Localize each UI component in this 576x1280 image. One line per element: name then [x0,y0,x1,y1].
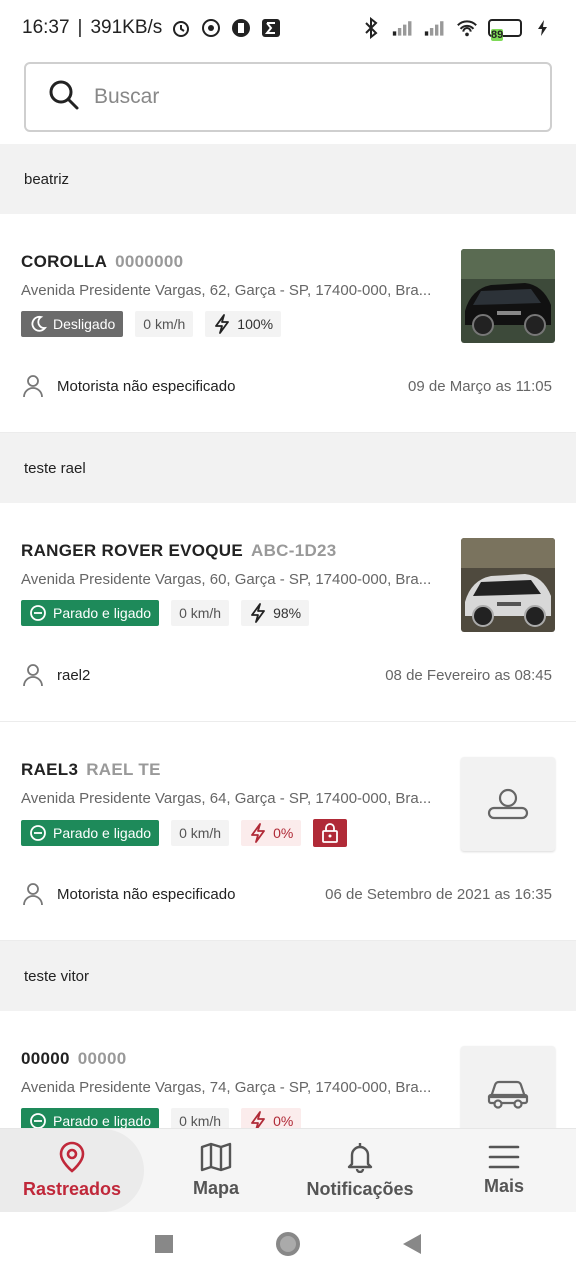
map-pin-icon [59,1141,85,1173]
search-input[interactable] [94,85,494,109]
search-icon [48,79,80,116]
lightning-icon [251,1111,265,1128]
square-icon [155,1234,173,1253]
vehicle-plate: 00000 [77,1049,127,1068]
car-icon [487,1080,529,1109]
lock-badge[interactable] [313,819,348,847]
status-badge: Parado e ligado [21,600,160,626]
nav-mais[interactable]: Mais [432,1129,576,1212]
back-button[interactable] [402,1233,422,1260]
status-badge: Parado e ligado [21,1108,160,1128]
speed-badge: 0 km/h [135,311,194,337]
driver-name: Motorista não especificado [57,377,236,395]
person-icon [487,788,529,820]
vehicle-card[interactable]: 00000 00000 Avenida Presidente Vargas, 7… [0,1011,576,1128]
battery-badge: 0% [241,1108,302,1128]
person-icon [23,664,43,687]
vehicle-name: 00000 [21,1049,70,1068]
status-bar: 16:37 | 391KB/s 89 [0,0,576,56]
person-icon [23,375,43,398]
battery-badge: 100% [205,311,282,337]
battery-icon: 89 [488,19,522,41]
search-box[interactable] [24,62,552,132]
driver-name: Motorista não especificado [57,885,236,903]
signal-icon [424,17,446,39]
vehicle-address: Avenida Presidente Vargas, 64, Garça - S… [21,790,432,807]
vehicle-plate: ABC-1D23 [251,541,337,560]
lightning-icon [215,314,230,334]
vehicle-name: RANGER ROVER EVOQUE [21,541,244,560]
menu-icon [488,1145,520,1169]
group-header: teste vitor [0,941,576,1011]
vehicle-name: COROLLA [21,252,108,271]
signal-icon [392,17,414,39]
vehicle-list[interactable]: beatriz COROLLA 0000000 Avenida Presiden… [0,144,576,1128]
minus-circle-icon [30,605,46,621]
vehicle-card[interactable]: COROLLA 0000000 Avenida Presidente Varga… [0,214,576,433]
vehicle-card[interactable]: RANGER ROVER EVOQUE ABC-1D23 Avenida Pre… [0,503,576,722]
nav-rastreados[interactable]: Rastreados [0,1129,144,1212]
alarm-icon [170,17,192,39]
system-nav-bar [0,1212,576,1280]
status-badge: Parado e ligado [21,820,160,846]
recents-button[interactable] [154,1234,174,1259]
vehicle-plate: RAEL TE [86,760,161,779]
battery-badge: 98% [241,600,310,626]
vehicle-photo[interactable] [461,538,555,632]
nav-notificacoes[interactable]: Notificações [288,1129,432,1212]
charging-icon [532,17,554,39]
vehicle-name: RAEL3 [21,760,79,779]
speed-badge: 0 km/h [171,600,230,626]
lock-icon [322,823,339,843]
minus-circle-icon [30,1113,46,1128]
whatsapp-icon [200,17,222,39]
person-icon [23,883,43,906]
vehicle-photo[interactable] [461,249,555,343]
bluetooth-icon [360,17,382,39]
driver-name: rael2 [57,666,91,684]
home-button[interactable] [274,1230,302,1263]
speed-badge: 0 km/h [171,820,230,846]
map-icon [200,1142,232,1172]
status-badge: Desligado [21,311,124,337]
nav-mapa[interactable]: Mapa [144,1129,288,1212]
vehicle-address: Avenida Presidente Vargas, 62, Garça - S… [21,282,432,299]
vehicle-photo-placeholder[interactable] [461,1046,555,1128]
status-time: 16:37 [22,17,70,38]
last-update: 06 de Setembro de 2021 as 16:35 [325,885,552,903]
moon-icon [31,315,47,332]
circle-icon [276,1231,300,1256]
last-update: 08 de Fevereiro as 08:45 [385,666,552,684]
group-header: beatriz [0,144,576,214]
group-header: teste rael [0,433,576,503]
lightning-icon [251,823,265,843]
speed-badge: 0 km/h [171,1108,230,1128]
triangle-back-icon [403,1233,421,1254]
vehicle-photo-placeholder[interactable] [461,757,555,851]
sigma-icon [260,17,282,39]
wifi-icon [456,17,478,39]
vehicle-address: Avenida Presidente Vargas, 74, Garça - S… [21,1079,432,1096]
vehicle-address: Avenida Presidente Vargas, 60, Garça - S… [21,571,432,588]
vehicle-plate: 0000000 [115,252,184,271]
app-icon [230,17,252,39]
battery-badge: 0% [241,820,302,846]
status-network-speed: 391KB/s [90,17,163,38]
lightning-icon [251,603,265,623]
minus-circle-icon [30,825,46,841]
vehicle-card[interactable]: RAEL3 RAEL TE Avenida Presidente Vargas,… [0,722,576,941]
bell-icon [347,1143,373,1173]
bottom-nav: Rastreados Mapa Notificações Mais [0,1128,576,1212]
last-update: 09 de Março as 11:05 [408,377,552,395]
